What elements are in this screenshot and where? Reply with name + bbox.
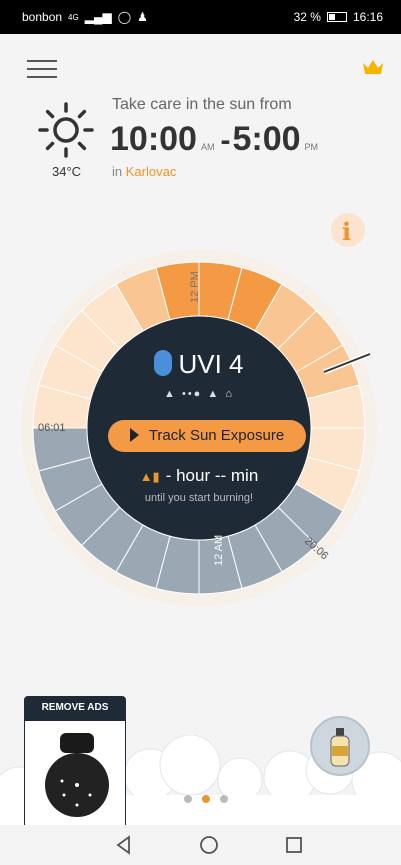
start-time: 10:00 — [110, 120, 197, 158]
start-period: AM — [200, 142, 215, 152]
page-dot-3[interactable] — [220, 795, 228, 803]
battery-percent: 32 % — [293, 10, 321, 24]
crown-icon[interactable] — [361, 58, 385, 76]
burn-time-row: ▲▮ - hour -- min — [87, 466, 311, 486]
track-sun-exposure-button[interactable]: Track Sun Exposure — [108, 420, 306, 452]
protection-icons: ▲ ••● ▲ ⌂ — [164, 388, 234, 400]
play-icon — [129, 428, 139, 443]
signal-icon: ▂▄▆ — [84, 10, 112, 24]
time-separator: - — [220, 124, 231, 157]
location-line: in Karlovac — [112, 164, 176, 179]
network-type: 4G — [68, 12, 79, 22]
sunrise-label: 06:01 — [38, 422, 66, 434]
clock: 16:16 — [352, 10, 383, 24]
uvi-value: UVI 4 — [178, 349, 244, 379]
system-nav-bar — [0, 825, 401, 865]
uv-sensor-device-image — [45, 733, 109, 817]
carrier-name: bonbon — [22, 10, 63, 24]
protection-time-range: 10:00 AM - 5:00 PM — [110, 120, 322, 159]
status-bar: bonbon 4G ▂▄▆ ◯ ♟ 32 % 16:16 — [0, 0, 401, 34]
battery-icon — [326, 12, 347, 22]
ad-banner[interactable] — [24, 720, 126, 825]
track-button-label: Track Sun Exposure — [148, 427, 285, 444]
end-period: PM — [304, 142, 319, 152]
hamburger-menu-icon[interactable] — [27, 60, 57, 80]
skin-type-icon: ▲▮ — [139, 469, 160, 484]
temperature: 34°C — [52, 164, 82, 179]
recents-icon[interactable] — [282, 833, 306, 857]
home-icon[interactable] — [197, 833, 221, 857]
page-dot-1[interactable] — [184, 795, 192, 803]
notification-icon: ♟ — [137, 10, 148, 24]
remove-ads-button[interactable]: REMOVE ADS — [24, 696, 126, 720]
care-text: Take care in the sun from — [112, 96, 292, 113]
location-prefix: in — [112, 164, 123, 179]
bluetooth-icon[interactable] — [154, 350, 173, 377]
page-dot-2[interactable] — [202, 795, 210, 803]
page-indicator — [184, 795, 228, 803]
info-icon[interactable]: i — [331, 213, 365, 247]
burn-time: - hour -- min — [165, 466, 259, 485]
noon-label: 12 PM — [189, 271, 201, 303]
whatsapp-icon: ◯ — [117, 10, 132, 24]
end-time: 5:00 — [232, 120, 301, 158]
sun-icon — [38, 102, 94, 158]
uvi-row: UVI 4 — [87, 349, 311, 380]
uv-center-panel: UVI 4 ▲ ••● ▲ ⌂ Track Sun Exposure ▲▮ - h… — [87, 316, 311, 540]
back-icon[interactable] — [112, 833, 136, 857]
location-name[interactable]: Karlovac — [126, 164, 177, 179]
bottle-icon[interactable] — [310, 716, 370, 776]
burn-caption: until you start burning! — [144, 492, 254, 504]
